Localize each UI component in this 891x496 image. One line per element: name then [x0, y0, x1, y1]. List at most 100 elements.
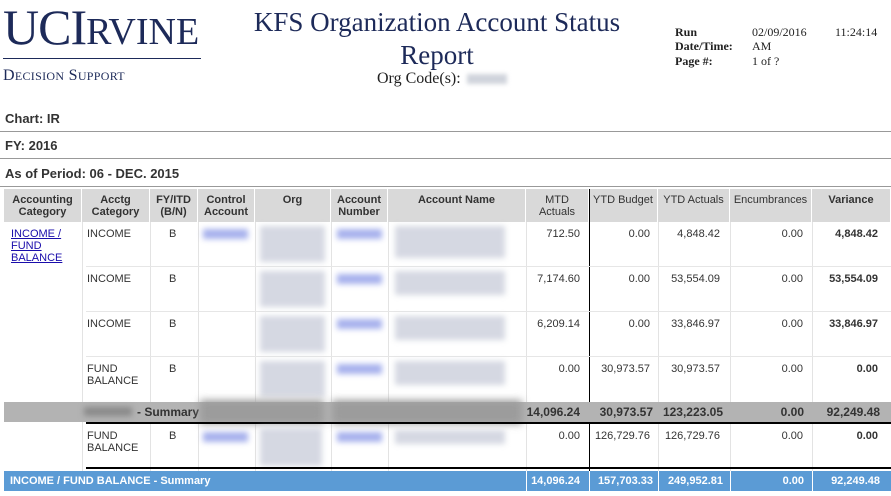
page-value: 1 of ? — [752, 54, 780, 68]
row-divider — [86, 311, 891, 312]
summary-enc: 0.00 — [780, 405, 804, 419]
col-control-account: Control Account — [198, 189, 255, 222]
mtd-cell: 712.50 — [546, 228, 580, 240]
total-rule — [86, 467, 891, 469]
budget-cell: 0.00 — [628, 318, 650, 330]
fy-cell: B — [169, 318, 177, 330]
enc-cell: 0.00 — [781, 228, 803, 240]
org-code: Org Code(s): — [377, 70, 507, 88]
fy-cell: B — [169, 273, 177, 285]
col-encumbrances: Encumbrances — [730, 189, 812, 222]
total-col-sep — [589, 471, 590, 491]
summary-account-redacted — [84, 407, 132, 416]
org-code-label: Org Code(s): — [377, 70, 461, 87]
org-redacted — [260, 428, 322, 466]
chart-info: Chart: IR — [0, 104, 891, 132]
col-account-name: Account Name — [388, 189, 526, 222]
col-account-number: Account Number — [331, 189, 388, 222]
period-info: As of Period: 06 - DEC. 2015 — [0, 159, 891, 187]
total-variance: 92,249.48 — [831, 475, 880, 487]
enc-cell: 0.00 — [781, 430, 803, 442]
variance-cell: 33,846.97 — [829, 318, 878, 330]
summary-label: - Summary — [137, 405, 200, 419]
row-divider — [86, 356, 891, 357]
col-sep — [150, 222, 151, 471]
col-acctg-category: Acctg Category — [82, 189, 150, 222]
col-sep — [331, 222, 332, 471]
group-total-row: INCOME / FUND BALANCE - Summary 14,096.2… — [4, 471, 891, 491]
ytd-cell: 53,554.09 — [671, 273, 720, 285]
account-name-redacted — [395, 271, 505, 295]
col-accounting-category: Accounting Category — [4, 189, 82, 222]
total-col-sep — [812, 471, 813, 491]
mtd-cell: 0.00 — [558, 363, 580, 375]
budget-cell: 30,973.57 — [601, 363, 650, 375]
col-sep — [255, 222, 256, 471]
acctg-category-cell: INCOME — [87, 273, 131, 285]
account-name-redacted — [395, 430, 505, 444]
total-col-sep — [730, 471, 731, 491]
report-title: KFS Organization Account Status Report — [253, 7, 621, 70]
summary-name-redacted — [332, 400, 522, 424]
mtd-cell: 6,209.14 — [537, 318, 580, 330]
account-name-redacted — [395, 316, 505, 340]
ytd-cell: 30,973.57 — [671, 363, 720, 375]
account-number-redacted[interactable] — [337, 274, 382, 284]
col-sep — [198, 222, 199, 471]
budget-cell: 0.00 — [628, 273, 650, 285]
variance-cell: 0.00 — [856, 363, 878, 375]
logo-subtitle: DECISION SUPPORT — [3, 67, 125, 84]
org-redacted — [260, 271, 325, 307]
acctg-category-cell: INCOME — [87, 228, 131, 240]
account-number-redacted[interactable] — [337, 229, 382, 239]
account-number-redacted[interactable] — [337, 319, 382, 329]
acctg-category-cell: INCOME — [87, 318, 131, 330]
page-label: Page #: — [675, 54, 713, 68]
logo-uc-text: UC — [3, 0, 71, 55]
group-link-income-fund-balance[interactable]: INCOME / FUND BALANCE — [11, 228, 77, 264]
control-account-redacted[interactable] — [203, 229, 248, 239]
summary-org-redacted — [200, 400, 324, 424]
control-account-redacted[interactable] — [203, 432, 248, 442]
acctg-category-cell: FUND BALANCE — [87, 363, 139, 387]
col-ytd-actuals: YTD Actuals — [658, 189, 730, 222]
enc-cell: 0.00 — [781, 363, 803, 375]
variance-cell: 4,848.42 — [835, 228, 878, 240]
account-number-redacted[interactable] — [337, 432, 382, 442]
fy-cell: B — [169, 228, 177, 240]
control-account-summary-row: - Summary 14,096.24 30,973.57 123,223.05… — [4, 400, 891, 424]
fy-cell: B — [169, 430, 177, 442]
period-label: As of Period: 06 - DEC. 2015 — [5, 166, 180, 181]
logo-rule — [3, 58, 201, 59]
org-redacted — [260, 316, 325, 352]
run-time: 11:24:14 — [835, 25, 878, 39]
fy-cell: B — [169, 363, 177, 375]
col-ytd-budget: YTD Budget — [589, 189, 658, 222]
variance-cell: 0.00 — [856, 430, 878, 442]
summary-budget: 30,973.57 — [599, 405, 653, 419]
acctg-category-cell: FUND BALANCE — [87, 430, 139, 454]
report-header: UCIRVINE DECISION SUPPORT KFS Organizati… — [0, 0, 891, 104]
col-sep — [82, 222, 83, 471]
org-redacted — [260, 226, 325, 262]
budget-divider-header — [589, 189, 590, 222]
ytd-cell: 33,846.97 — [671, 318, 720, 330]
total-label: INCOME / FUND BALANCE - Summary — [10, 475, 211, 487]
uci-logo: UCIRVINE DECISION SUPPORT — [3, 0, 201, 84]
mtd-cell: 0.00 — [558, 430, 580, 442]
org-code-value-redacted — [466, 74, 507, 85]
row-divider — [86, 266, 891, 267]
total-enc: 0.00 — [782, 475, 804, 487]
summary-ytd: 123,223.05 — [662, 405, 723, 419]
fy-label: FY: 2016 — [5, 138, 58, 153]
total-budget: 157,703.33 — [597, 475, 653, 487]
variance-cell: 53,554.09 — [829, 273, 878, 285]
ytd-cell: 4,848.42 — [677, 228, 720, 240]
budget-cell: 126,729.76 — [594, 430, 650, 442]
enc-cell: 0.00 — [781, 318, 803, 330]
summary-mtd: 14,096.24 — [526, 405, 580, 419]
total-mtd: 14,096.24 — [531, 475, 580, 487]
total-col-sep — [526, 471, 527, 491]
account-number-redacted[interactable] — [337, 364, 382, 374]
run-ampm: AM — [752, 39, 772, 53]
